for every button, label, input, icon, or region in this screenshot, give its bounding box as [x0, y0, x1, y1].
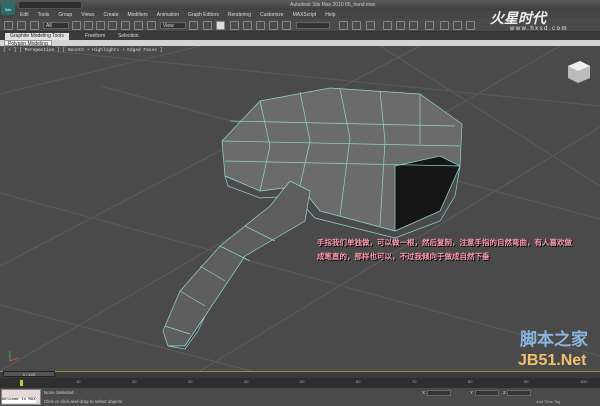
ribbon-tabs: Graphite Modeling Tools Freeform Selecti…: [0, 32, 600, 40]
tab-selection[interactable]: Selection: [113, 33, 144, 40]
named-selection-dropdown[interactable]: [296, 22, 330, 29]
x-coordinate-field[interactable]: [427, 390, 451, 396]
menu-group[interactable]: Group: [58, 12, 72, 18]
render-setup-icon[interactable]: [440, 21, 449, 30]
menu-tools[interactable]: Tools: [38, 12, 50, 18]
hxsd-watermark: 火星时代: [490, 10, 546, 26]
add-time-tag[interactable]: Add Time Tag: [536, 399, 560, 404]
viewport-scene: [0, 46, 600, 371]
prompt-line: Click or click-and-drag to select object…: [44, 399, 123, 404]
tick-label: 60: [356, 379, 361, 384]
render-icon[interactable]: [466, 21, 475, 30]
tick-label: 20: [132, 379, 137, 384]
jb51-watermark: JB51.Net: [518, 352, 587, 369]
edit-named-sel-icon[interactable]: [282, 21, 291, 30]
tick-label: 0: [20, 379, 23, 384]
tick-label: 40: [244, 379, 249, 384]
time-slider-track[interactable]: [0, 371, 600, 378]
tab-graphite-modeling-tools[interactable]: Graphite Modeling Tools: [5, 33, 69, 40]
selection-filter-value: All: [46, 23, 52, 29]
align-icon[interactable]: [352, 21, 361, 30]
spinner-snap-icon[interactable]: [269, 21, 278, 30]
rect-selection-icon[interactable]: [96, 21, 105, 30]
rendered-frame-icon[interactable]: [453, 21, 462, 30]
app-menu-button[interactable]: 3ds: [1, 1, 15, 15]
angle-snap-icon[interactable]: [243, 21, 252, 30]
keyboard-shortcut-icon[interactable]: [216, 21, 225, 30]
selection-status: None Selected: [44, 390, 74, 395]
menu-maxscript[interactable]: MAXScript: [293, 12, 317, 18]
select-object-icon[interactable]: [72, 21, 81, 30]
track-bar[interactable]: 0 10 20 30 40 50 60 70 80 90 100: [0, 378, 600, 388]
maxscript-output[interactable]: Welcome to MAX: [2, 398, 36, 403]
tick-label: 70: [412, 379, 417, 384]
move-icon[interactable]: [121, 21, 130, 30]
tick-label: 100: [580, 379, 587, 384]
window-title: Autodesk 3ds Max 2010 05_hand.max: [290, 2, 376, 8]
rotate-icon[interactable]: [134, 21, 143, 30]
app-logo-icon: 3ds: [4, 7, 12, 12]
time-slider-handle[interactable]: 0 / 100: [3, 371, 55, 377]
ref-coord-dropdown[interactable]: View: [160, 22, 186, 29]
perspective-viewport[interactable]: [ + ] [ Perspective ] [ Smooth + Highlig…: [0, 46, 600, 371]
menu-views[interactable]: Views: [81, 12, 94, 18]
tick-label: 90: [524, 379, 529, 384]
link-icon[interactable]: [4, 21, 13, 30]
viewcube-icon: [568, 61, 590, 83]
menu-customize[interactable]: Customize: [260, 12, 284, 18]
menu-edit[interactable]: Edit: [20, 12, 29, 18]
menu-animation[interactable]: Animation: [157, 12, 179, 18]
layer-manager-icon[interactable]: [366, 21, 375, 30]
viewport-label[interactable]: [ + ] [ Perspective ] [ Smooth + Highlig…: [3, 48, 162, 53]
z-coordinate-field[interactable]: [507, 390, 531, 396]
selection-filter-dropdown[interactable]: All: [43, 22, 69, 29]
menu-create[interactable]: Create: [103, 12, 118, 18]
tick-label: 10: [76, 379, 81, 384]
scale-icon[interactable]: [147, 21, 156, 30]
tab-freeform[interactable]: Freeform: [80, 33, 110, 40]
mirror-icon[interactable]: [339, 21, 348, 30]
jb51-cn-watermark: 脚本之家: [520, 330, 588, 349]
tick-label: 80: [468, 379, 473, 384]
annotation-text: 手指我们单独做，可以做一根，然后复制，注意手指的自然弯曲，有人喜欢做成笔直的，那…: [317, 238, 572, 261]
menu-graph-editors[interactable]: Graph Editors: [188, 12, 219, 18]
menu-help[interactable]: Help: [325, 12, 335, 18]
hand-mesh: [162, 87, 463, 350]
pivot-icon[interactable]: [189, 21, 198, 30]
menu-modifiers[interactable]: Modifiers: [127, 12, 147, 18]
curve-editor-icon[interactable]: [396, 21, 405, 30]
menu-rendering[interactable]: Rendering: [228, 12, 251, 18]
bind-space-warp-icon[interactable]: [30, 21, 39, 30]
unlink-icon[interactable]: [17, 21, 26, 30]
z-label: Z: [503, 390, 506, 395]
quick-access-toolbar[interactable]: [18, 1, 82, 9]
schematic-view-icon[interactable]: [409, 21, 418, 30]
select-by-name-icon[interactable]: [84, 21, 93, 30]
y-label: Y: [470, 390, 474, 395]
manipulate-icon[interactable]: [203, 21, 212, 30]
tick-label: 30: [188, 379, 193, 384]
graphite-toggle-icon[interactable]: [383, 21, 392, 30]
tick-label: 50: [300, 379, 305, 384]
percent-snap-icon[interactable]: [256, 21, 265, 30]
axis-tripod-icon: [9, 351, 19, 362]
y-coordinate-field[interactable]: [475, 390, 499, 396]
material-editor-icon[interactable]: [425, 21, 434, 30]
grid-line: [0, 304, 252, 371]
grid-line: [0, 46, 201, 95]
ref-coord-value: View: [163, 23, 174, 29]
snap-icon[interactable]: [230, 21, 239, 30]
x-label: X: [422, 390, 426, 395]
window-crossing-icon[interactable]: [108, 21, 117, 30]
